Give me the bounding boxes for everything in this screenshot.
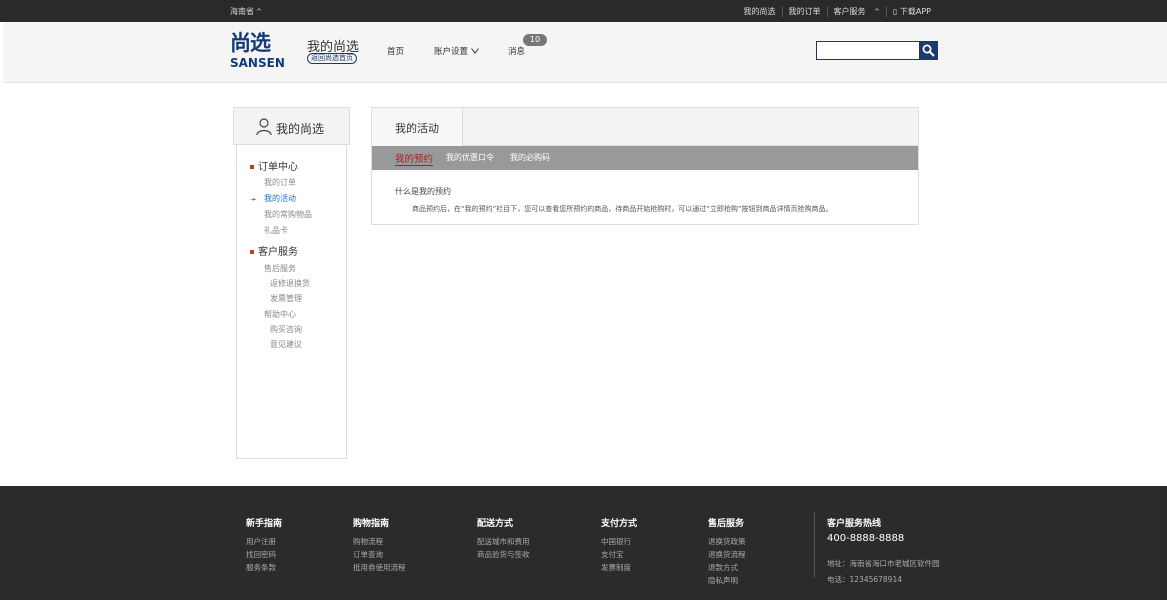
faq-answer: 商品预约后，在“我的预约”栏目下，您可以查看您所预约的商品，待商品开始抢购时，可…	[412, 205, 833, 213]
footer-col-newbie: 新手指南 用户注册 找回密码 服务条款	[246, 516, 282, 574]
sidebar-item-help-center[interactable]: 帮助中心	[264, 309, 296, 320]
footer-link[interactable]: 找回密码	[246, 548, 282, 561]
search-button[interactable]	[919, 41, 938, 60]
sidebar-item-after-sales[interactable]: 售后服务	[264, 263, 296, 274]
footer-divider	[814, 512, 815, 578]
sidebar-section-service: 客户服务	[250, 243, 298, 258]
sidebar-title: 我的尚选	[276, 122, 325, 136]
active-arrow-icon: ➛	[250, 195, 257, 204]
phone-icon: ▯	[892, 7, 898, 16]
user-icon	[256, 118, 272, 136]
footer-col-shopping: 购物指南 购物流程 订单查询 抵用券使用流程	[353, 516, 406, 574]
sidebar-item-frequent-items[interactable]: 我的常购物品	[264, 209, 312, 220]
footer-link[interactable]: 配送城市和费用	[477, 535, 530, 548]
subtab-must-buy-codes[interactable]: 我的必购码	[510, 152, 550, 163]
footer-link[interactable]: 退款方式	[708, 561, 746, 574]
footer-link[interactable]: 购物流程	[353, 535, 406, 548]
footer-col-after-sales: 售后服务 退换货政策 退换货流程 退款方式 隐私声明	[708, 516, 746, 587]
bullet-icon	[250, 165, 254, 169]
subtab-coupon-codes[interactable]: 我的优惠口令	[446, 152, 494, 163]
top-links: 我的尚选 我的订单 客户服务 ^ ▯ 下载APP	[738, 6, 938, 17]
footer-phone: 电话：12345678914	[827, 575, 902, 584]
nav-home[interactable]: 首页	[387, 45, 404, 57]
footer-col-payment: 支付方式 中国银行 支付宝 发票制度	[601, 516, 637, 574]
nav-account-label: 账户设置	[434, 47, 469, 57]
sidebar-item-gift-card[interactable]: 礼品卡	[264, 225, 288, 236]
subtab-my-reservations[interactable]: 我的预约	[395, 151, 434, 166]
footer-col-heading: 支付方式	[601, 519, 638, 529]
footer-link[interactable]: 支付宝	[601, 548, 637, 561]
section-service-label: 客户服务	[258, 247, 298, 258]
search-icon	[922, 44, 935, 57]
footer-link[interactable]: 退换货流程	[708, 548, 746, 561]
top-link-my-orders[interactable]: 我的订单	[781, 6, 827, 17]
back-home-button[interactable]: 返回尚选首页	[307, 53, 357, 64]
activity-subnav: 我的预约 我的优惠口令 我的必购码	[372, 146, 918, 170]
section-orders-label: 订单中心	[258, 162, 298, 173]
location-selector[interactable]: 海南省 ^	[230, 6, 262, 17]
tab-my-activity-label: 我的活动	[395, 122, 439, 135]
footer-link[interactable]: 发票制度	[601, 561, 637, 574]
message-count-badge: 10	[523, 34, 547, 46]
footer-link[interactable]: 退换货政策	[708, 535, 746, 548]
footer-address: 地址：海南省海口市老城区软件园	[827, 559, 940, 568]
sidebar-item-invoice[interactable]: 发票管理	[270, 293, 302, 304]
bullet-icon	[250, 250, 254, 254]
logo-cn: 尚选	[230, 30, 271, 55]
brand-logo[interactable]: 尚选 SANSEN	[230, 32, 296, 70]
top-link-customer-service[interactable]: 客户服务 ^	[826, 6, 886, 17]
download-app-label: 下载APP	[899, 7, 931, 16]
footer-hotline: 客户服务热线 400-8888-8888 地址：海南省海口市老城区软件园 电话：…	[827, 516, 940, 585]
top-link-download-app[interactable]: ▯ 下载APP	[885, 6, 937, 17]
footer-col-delivery: 配送方式 配送城市和费用 商品验货与签收	[477, 516, 530, 561]
sidebar-header: 我的尚选	[233, 107, 350, 145]
sidebar-item-purchase-inquiry[interactable]: 购买咨询	[270, 324, 302, 335]
tab-my-activity[interactable]: 我的活动	[372, 108, 463, 147]
footer-link[interactable]: 用户注册	[246, 535, 282, 548]
hotline-label: 客户服务热线	[827, 519, 882, 529]
footer-col-heading: 购物指南	[353, 519, 390, 529]
sidebar-item-my-orders[interactable]: 我的订单	[264, 177, 296, 188]
main-panel: 我的活动 我的预约 我的优惠口令 我的必购码 什么是我的预约 商品预约后，在“我…	[371, 107, 919, 225]
footer-col-heading: 售后服务	[708, 519, 745, 529]
top-bar: 海南省 ^ 我的尚选 我的订单 客户服务 ^ ▯ 下载APP	[0, 0, 1167, 22]
footer-link[interactable]: 中国银行	[601, 535, 637, 548]
sidebar-section-orders: 订单中心	[250, 158, 298, 173]
site-footer: 新手指南 用户注册 找回密码 服务条款 购物指南 购物流程 订单查询 抵用券使用…	[0, 486, 1167, 600]
location-label: 海南省	[230, 7, 254, 16]
hotline-number: 400-8888-8888	[827, 533, 905, 544]
sidebar-item-my-activity[interactable]: 我的活动	[264, 193, 296, 204]
site-header: 尚选 SANSEN 我的尚选 返回尚选首页 首页 账户设置 消息 10	[3, 22, 1167, 83]
nav-messages[interactable]: 消息	[508, 45, 525, 57]
chevron-down-icon	[470, 48, 479, 54]
footer-link[interactable]: 服务条款	[246, 561, 282, 574]
footer-link[interactable]: 订单查询	[353, 548, 406, 561]
customer-service-label: 客户服务	[833, 7, 866, 16]
footer-link[interactable]: 商品验货与签收	[477, 548, 530, 561]
sidebar-item-repair-return[interactable]: 返修退换货	[270, 278, 310, 289]
footer-col-heading: 配送方式	[477, 519, 514, 529]
chevron-up-icon: ^	[874, 8, 880, 16]
top-link-my-shangxuan[interactable]: 我的尚选	[738, 6, 782, 17]
faq-question: 什么是我的预约	[395, 187, 451, 196]
nav-account-settings[interactable]: 账户设置	[434, 45, 479, 57]
footer-link[interactable]: 隐私声明	[708, 574, 746, 587]
search-input[interactable]	[816, 41, 920, 60]
footer-col-heading: 新手指南	[246, 519, 283, 529]
chevron-up-icon: ^	[256, 8, 262, 16]
logo-en: SANSEN	[230, 56, 285, 70]
sidebar-item-feedback[interactable]: 意见建议	[270, 339, 302, 350]
footer-link[interactable]: 抵用券使用流程	[353, 561, 406, 574]
